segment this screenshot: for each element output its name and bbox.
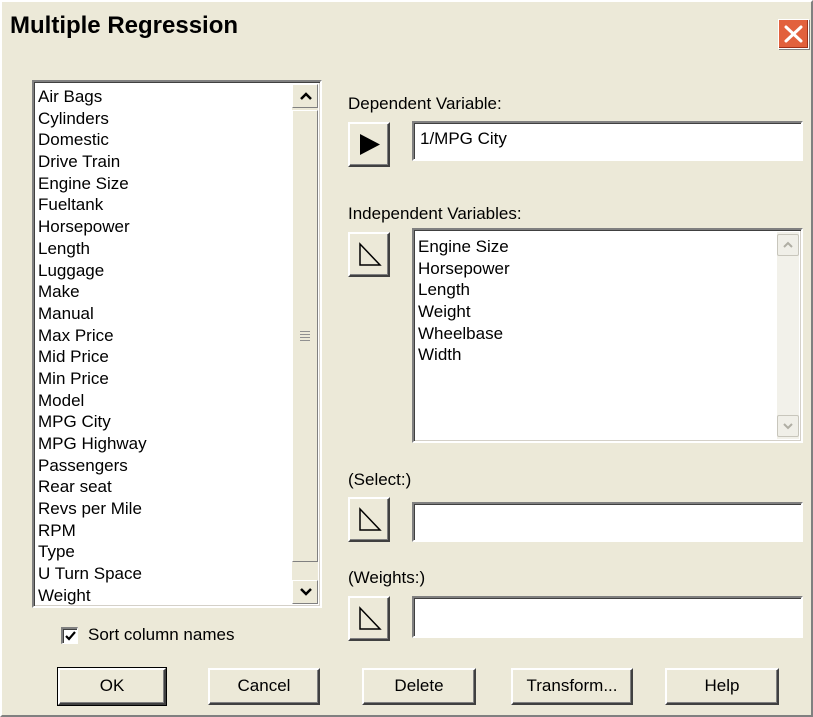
list-item[interactable]: Horsepower [418, 258, 510, 280]
dependent-arrow-button[interactable] [348, 122, 390, 167]
list-item[interactable]: Fueltank [38, 194, 296, 216]
scroll-down-button[interactable] [292, 580, 318, 604]
list-item[interactable]: Air Bags [38, 86, 296, 108]
sort-column-names-checkbox[interactable] [61, 627, 78, 644]
scroll-thumb[interactable] [292, 110, 318, 562]
list-item[interactable]: Wheelbase [418, 323, 510, 345]
list-item[interactable]: Max Price [38, 325, 296, 347]
play-right-outline-icon [359, 606, 382, 630]
independent-scroll-down-button [777, 415, 799, 437]
variable-list-scrollbar[interactable] [292, 84, 318, 604]
sort-column-names-label[interactable]: Sort column names [88, 625, 234, 645]
cancel-button[interactable]: Cancel [208, 668, 320, 705]
weights-field[interactable] [412, 596, 803, 638]
independent-scroll-up-button [777, 234, 799, 256]
variable-list-items: Air Bags Cylinders Domestic Drive Train Engi… [38, 86, 296, 607]
delete-button[interactable]: Delete [362, 668, 476, 705]
close-icon [784, 25, 803, 43]
play-right-outline-icon [359, 242, 382, 266]
list-item[interactable]: Domestic [38, 129, 296, 151]
close-button[interactable] [778, 19, 809, 49]
checkmark-icon [65, 631, 76, 641]
list-item[interactable]: Mid Price [38, 346, 296, 368]
select-label: (Select:) [348, 470, 412, 489]
ok-button[interactable]: OK [57, 667, 167, 706]
chevron-down-icon [300, 588, 312, 596]
list-item[interactable]: MPG City [38, 411, 296, 433]
list-item[interactable]: MPG Highway [38, 433, 296, 455]
variable-list[interactable]: Air Bags Cylinders Domestic Drive Train Engi… [32, 80, 322, 608]
chevron-up-icon [300, 92, 312, 100]
list-item[interactable]: Horsepower [38, 216, 296, 238]
list-item[interactable]: Width [418, 344, 510, 366]
list-item[interactable]: Revs per Mile [38, 498, 296, 520]
dependent-variable-value: 1/MPG City [420, 129, 507, 148]
dependent-variable-field[interactable]: 1/MPG City [412, 121, 803, 161]
independent-arrow-button[interactable] [348, 232, 390, 277]
chevron-up-icon [783, 241, 793, 248]
list-item[interactable]: Engine Size [38, 173, 296, 195]
multiple-regression-dialog: Multiple Regression Air Bags Cylinders Dom… [0, 0, 813, 717]
weights-label: (Weights:) [348, 568, 426, 587]
select-arrow-button[interactable] [348, 497, 390, 542]
list-item[interactable]: Length [38, 238, 296, 260]
list-item[interactable]: Make [38, 281, 296, 303]
title-bar: Multiple Regression [2, 2, 811, 50]
independent-variables-items: Engine Size Horsepower Length Weight Wheelba… [418, 236, 510, 366]
independent-variables-list[interactable]: Engine Size Horsepower Length Weight Wheelba… [412, 228, 803, 443]
dependent-variable-label: Dependent Variable: [348, 94, 502, 113]
list-item[interactable]: Passengers [38, 455, 296, 477]
list-item[interactable]: Manual [38, 303, 296, 325]
chevron-down-icon [783, 423, 793, 430]
scroll-up-button[interactable] [292, 84, 318, 108]
window-title: Multiple Regression [10, 12, 239, 39]
list-item[interactable]: Engine Size [418, 236, 510, 258]
list-item[interactable]: Weight [38, 585, 296, 607]
play-right-filled-icon [360, 134, 380, 155]
independent-list-scrollbar [777, 232, 799, 439]
list-item[interactable]: Drive Train [38, 151, 296, 173]
transform-button[interactable]: Transform... [511, 668, 633, 705]
help-button[interactable]: Help [665, 668, 779, 705]
list-item[interactable]: Rear seat [38, 476, 296, 498]
list-item[interactable]: RPM [38, 520, 296, 542]
select-field[interactable] [412, 502, 803, 542]
weights-arrow-button[interactable] [348, 596, 390, 641]
independent-variables-label: Independent Variables: [348, 204, 522, 223]
list-item[interactable]: Min Price [38, 368, 296, 390]
play-right-outline-icon [359, 507, 382, 531]
list-item[interactable]: Model [38, 390, 296, 412]
list-item[interactable]: Type [38, 541, 296, 563]
list-item[interactable]: Luggage [38, 260, 296, 282]
list-item[interactable]: Cylinders [38, 108, 296, 130]
list-item[interactable]: U Turn Space [38, 563, 296, 585]
list-item[interactable]: Length [418, 279, 510, 301]
list-item[interactable]: Weight [418, 301, 510, 323]
